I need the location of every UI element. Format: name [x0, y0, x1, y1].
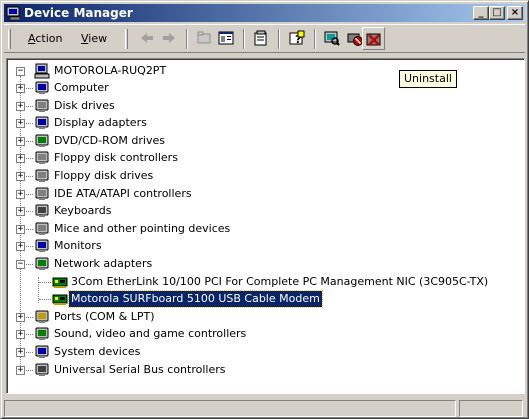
- system-device-icon: [34, 344, 50, 360]
- category-label[interactable]: Sound, video and game controllers: [52, 326, 248, 342]
- floppy-drive-icon: [34, 168, 50, 184]
- status-pane-main: [4, 400, 456, 417]
- category-label[interactable]: Mice and other pointing devices: [52, 221, 232, 237]
- ide-controller-icon: [34, 186, 50, 202]
- toolbar-grip[interactable]: [125, 29, 128, 49]
- network-branch-line: [38, 277, 39, 303]
- tree-connector-line: [39, 282, 51, 283]
- toolbar-separator: [186, 29, 188, 49]
- device-manager-icon: [6, 5, 22, 21]
- floppy-controller-icon: [34, 150, 50, 166]
- disable-device-icon[interactable]: [347, 30, 363, 46]
- usb-icon: [34, 362, 50, 378]
- category-label[interactable]: Ports (COM & LPT): [52, 309, 157, 325]
- expand-toggle[interactable]: +: [16, 366, 25, 375]
- category-label[interactable]: Network adapters: [52, 256, 154, 272]
- uninstall-tooltip: Uninstall: [399, 70, 457, 88]
- category-label[interactable]: Floppy disk drives: [52, 168, 155, 184]
- category-label[interactable]: Universal Serial Bus controllers: [52, 362, 227, 378]
- toolbar-separator: [314, 29, 316, 49]
- expand-toggle[interactable]: +: [16, 348, 25, 357]
- console-tree-icon[interactable]: [218, 30, 234, 46]
- expand-toggle[interactable]: +: [16, 207, 25, 216]
- category-label[interactable]: Disk drives: [52, 98, 117, 114]
- network-card-icon: [52, 291, 68, 307]
- keyboard-icon: [34, 203, 50, 219]
- status-pane-secondary: [459, 400, 523, 417]
- up-folder-icon[interactable]: [196, 30, 212, 46]
- mouse-icon: [34, 221, 50, 237]
- category-label[interactable]: System devices: [52, 344, 142, 360]
- device-label[interactable]: Motorola SURFboard 5100 USB Cable Modem: [68, 290, 323, 308]
- disk-drive-icon: [34, 98, 50, 114]
- title-bar[interactable]: Device Manager _ □ ×: [4, 4, 525, 22]
- dvd-drive-icon: [34, 133, 50, 149]
- computer-icon: [34, 80, 50, 96]
- back-arrow-icon[interactable]: [139, 30, 155, 46]
- expand-toggle[interactable]: +: [16, 225, 25, 234]
- toolbar-separator: [243, 29, 245, 49]
- forward-arrow-icon[interactable]: [161, 30, 177, 46]
- maximize-icon: □: [492, 7, 502, 18]
- monitor-icon: [34, 238, 50, 254]
- category-label[interactable]: Computer: [52, 80, 111, 96]
- minimize-button[interactable]: _: [473, 6, 489, 20]
- expand-toggle[interactable]: +: [16, 313, 25, 322]
- menu-action[interactable]: Action: [28, 32, 62, 46]
- expand-toggle[interactable]: +: [16, 137, 25, 146]
- close-button[interactable]: ×: [507, 6, 523, 20]
- expand-toggle[interactable]: +: [16, 154, 25, 163]
- minimize-icon: _: [478, 7, 484, 18]
- device-tree[interactable]: − MOTOROLA-RUQ2PT + Computer + Disk drives +…: [6, 58, 525, 394]
- category-label[interactable]: Keyboards: [52, 203, 113, 219]
- expand-toggle[interactable]: −: [16, 260, 25, 269]
- display-adapter-icon: [34, 115, 50, 131]
- window-title: Device Manager: [24, 6, 133, 20]
- properties-icon[interactable]: [253, 30, 269, 46]
- device-label[interactable]: 3Com EtherLink 10/100 PCI For Complete P…: [69, 274, 490, 290]
- expand-toggle[interactable]: +: [16, 330, 25, 339]
- network-card-icon: [52, 274, 68, 290]
- category-label[interactable]: Display adapters: [52, 115, 149, 131]
- help-icon[interactable]: ?: [289, 30, 305, 46]
- expand-toggle[interactable]: +: [16, 84, 25, 93]
- category-label[interactable]: Floppy disk controllers: [52, 150, 180, 166]
- tree-connector-line: [39, 299, 51, 300]
- menu-grip[interactable]: [8, 29, 11, 49]
- tree-root-label[interactable]: MOTOROLA-RUQ2PT: [52, 63, 168, 79]
- expand-toggle[interactable]: +: [16, 119, 25, 128]
- category-label[interactable]: Monitors: [52, 238, 104, 254]
- expand-toggle[interactable]: +: [16, 242, 25, 251]
- category-label[interactable]: IDE ATA/ATAPI controllers: [52, 186, 194, 202]
- uninstall-icon: [366, 31, 382, 47]
- toolbar-separator: [278, 29, 280, 49]
- expand-toggle[interactable]: +: [16, 102, 25, 111]
- expand-toggle[interactable]: +: [16, 190, 25, 199]
- scan-hardware-icon[interactable]: [324, 30, 340, 46]
- collapse-root-toggle[interactable]: −: [16, 67, 25, 76]
- expand-toggle[interactable]: +: [16, 172, 25, 181]
- category-label[interactable]: DVD/CD-ROM drives: [52, 133, 167, 149]
- port-icon: [34, 309, 50, 325]
- computer-root-icon: [34, 63, 50, 79]
- network-adapter-icon: [34, 256, 50, 272]
- maximize-button[interactable]: □: [489, 6, 505, 20]
- menu-view[interactable]: View: [81, 32, 107, 46]
- device-manager-window: Device Manager _ □ × Action View ? − MOT…: [0, 0, 529, 419]
- status-bar: [4, 398, 525, 417]
- close-icon: ×: [510, 7, 520, 18]
- toolbar: Action View ?: [4, 24, 525, 53]
- sound-icon: [34, 326, 50, 342]
- uninstall-button[interactable]: [362, 27, 385, 50]
